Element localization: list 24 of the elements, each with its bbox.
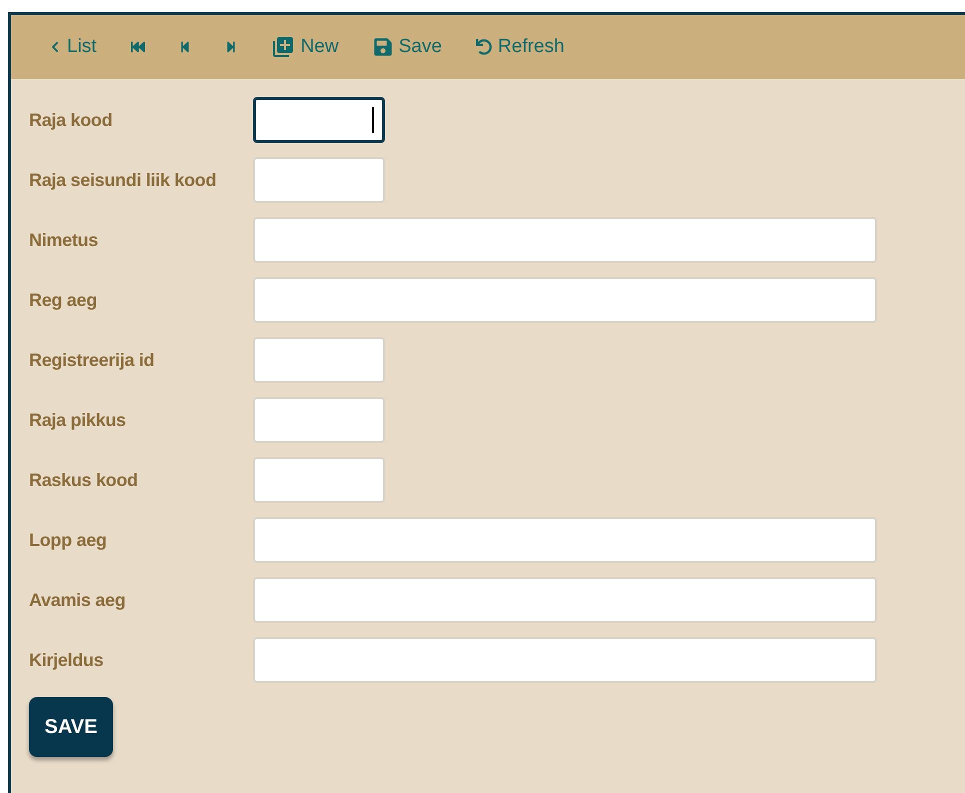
input-field[interactable]	[253, 97, 385, 143]
back-button[interactable]: List	[47, 28, 99, 66]
field-label: Nimetus	[29, 228, 99, 252]
field-label: Registreerija id	[29, 348, 156, 372]
save-icon	[372, 37, 393, 57]
field-label: Raja kood	[29, 108, 114, 132]
step-back-icon	[178, 41, 191, 53]
refresh-button[interactable]: Refresh	[474, 28, 566, 66]
text-cursor	[372, 107, 374, 133]
chevron-left-icon	[49, 41, 61, 53]
field-label: Raskus kood	[29, 468, 139, 492]
field-label: Raja pikkus	[29, 408, 127, 432]
step-forward-icon	[224, 41, 237, 53]
field-label: Reg aeg	[29, 288, 98, 312]
field-label: Avamis aeg	[29, 588, 126, 612]
add-copy-icon	[270, 35, 295, 59]
field-label: Raja seisundi liik kood	[29, 168, 218, 192]
save-button[interactable]: Save	[370, 28, 444, 66]
field-label: Kirjeldus	[29, 648, 104, 672]
save-button[interactable]: SAVE	[29, 697, 113, 757]
new-button[interactable]: New	[268, 28, 341, 66]
field-label: Lopp aeg	[29, 528, 108, 552]
skip-to-first-icon	[130, 40, 145, 54]
refresh-icon	[476, 39, 492, 55]
